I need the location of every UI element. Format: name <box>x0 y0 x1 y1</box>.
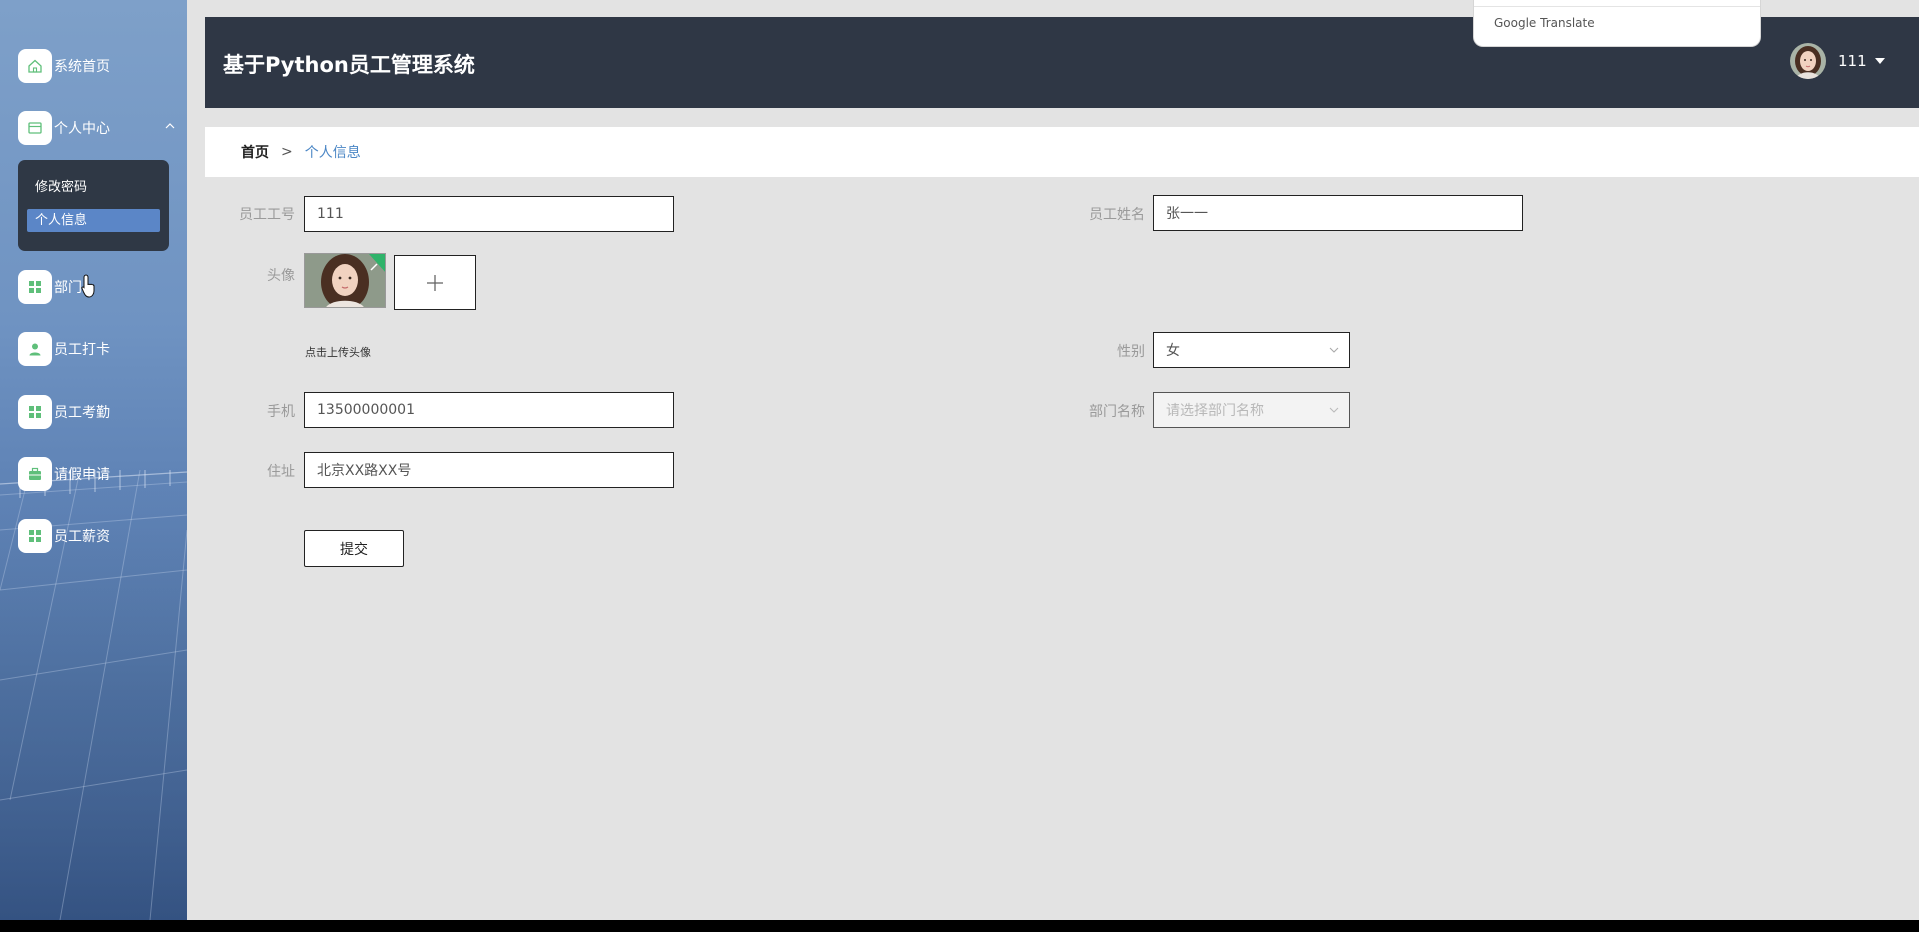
caret-down-icon <box>1874 58 1885 64</box>
sidebar-item-salary[interactable]: 员工薪资 <box>18 519 183 553</box>
avatar-upload-button[interactable] <box>394 255 476 310</box>
sidebar-item-home[interactable]: 系统首页 <box>18 49 183 83</box>
submenu-item-personal-info[interactable]: 个人信息 <box>27 209 160 232</box>
hand-pointer-icon <box>81 274 95 298</box>
sidebar-item-label: 员工薪资 <box>54 529 110 545</box>
sidebar-item-label: 部门 <box>54 280 82 296</box>
grid-icon <box>18 519 52 553</box>
employee-id-input[interactable]: 111 <box>304 196 674 232</box>
breadcrumb: 首页 > 个人信息 <box>205 127 1919 177</box>
plus-icon <box>427 274 443 291</box>
avatar-upload-hint: 点击上传头像 <box>305 346 371 359</box>
avatar-thumbnail[interactable] <box>304 253 386 308</box>
breadcrumb-home-link[interactable]: 首页 <box>241 142 269 162</box>
phone-input[interactable]: 13500000001 <box>304 392 674 428</box>
personal-center-submenu: 修改密码 个人信息 <box>18 160 169 251</box>
employee-name-label: 员工姓名 <box>1089 207 1145 223</box>
sidebar: 系统首页 个人中心 修改密码 个人信息 部门 员工打卡 员工考勤 请假申请 员工… <box>0 0 187 920</box>
page: 系统首页 个人中心 修改密码 个人信息 部门 员工打卡 员工考勤 请假申请 员工… <box>0 0 1919 920</box>
gender-selected-value: 女 <box>1166 343 1180 359</box>
sidebar-item-leave-request[interactable]: 请假申请 <box>18 457 183 491</box>
sidebar-item-label: 个人中心 <box>54 121 110 137</box>
grid-icon <box>18 395 52 429</box>
bottom-black-bar <box>0 920 1919 932</box>
sidebar-item-attendance[interactable]: 员工考勤 <box>18 395 183 429</box>
briefcase-icon <box>18 457 52 491</box>
address-input[interactable]: 北京XX路XX号 <box>304 452 674 488</box>
gender-label: 性别 <box>1117 344 1145 360</box>
sidebar-item-department[interactable]: 部门 <box>18 270 183 304</box>
sidebar-item-personal-center[interactable]: 个人中心 <box>18 111 183 145</box>
avatar <box>1790 43 1826 79</box>
breadcrumb-separator: > <box>281 144 293 160</box>
address-label: 住址 <box>267 464 295 480</box>
breadcrumb-current: 个人信息 <box>304 145 361 161</box>
user-icon <box>18 332 52 366</box>
chevron-up-icon <box>165 123 175 129</box>
google-translate-label: Google Translate <box>1494 16 1595 30</box>
home-icon <box>18 49 52 83</box>
sidebar-item-label: 系统首页 <box>54 59 110 75</box>
employee-id-label: 员工工号 <box>239 207 295 223</box>
user-menu[interactable]: 111 <box>1790 43 1885 79</box>
avatar-label: 头像 <box>267 268 295 284</box>
google-translate-popup[interactable]: Google Translate <box>1473 0 1761 47</box>
sidebar-item-clock-in[interactable]: 员工打卡 <box>18 332 183 366</box>
phone-label: 手机 <box>267 404 295 420</box>
divider <box>1474 6 1760 7</box>
sidebar-item-label: 员工打卡 <box>54 342 110 358</box>
department-placeholder: 请选择部门名称 <box>1166 403 1264 419</box>
sidebar-item-label: 请假申请 <box>54 467 110 483</box>
employee-name-input[interactable]: 张一一 <box>1153 195 1523 231</box>
username: 111 <box>1838 52 1867 70</box>
card-icon <box>18 111 52 145</box>
department-label: 部门名称 <box>1089 404 1145 420</box>
grid-icon <box>18 270 52 304</box>
department-select[interactable]: 请选择部门名称 <box>1153 392 1350 428</box>
chevron-down-icon <box>1329 407 1339 413</box>
sidebar-item-label: 员工考勤 <box>54 405 110 421</box>
chevron-down-icon <box>1329 347 1339 353</box>
app-title: 基于Python员工管理系统 <box>223 53 475 77</box>
submenu-item-change-password[interactable]: 修改密码 <box>27 176 160 199</box>
submit-button[interactable]: 提交 <box>304 530 404 567</box>
gender-select[interactable]: 女 <box>1153 332 1350 368</box>
